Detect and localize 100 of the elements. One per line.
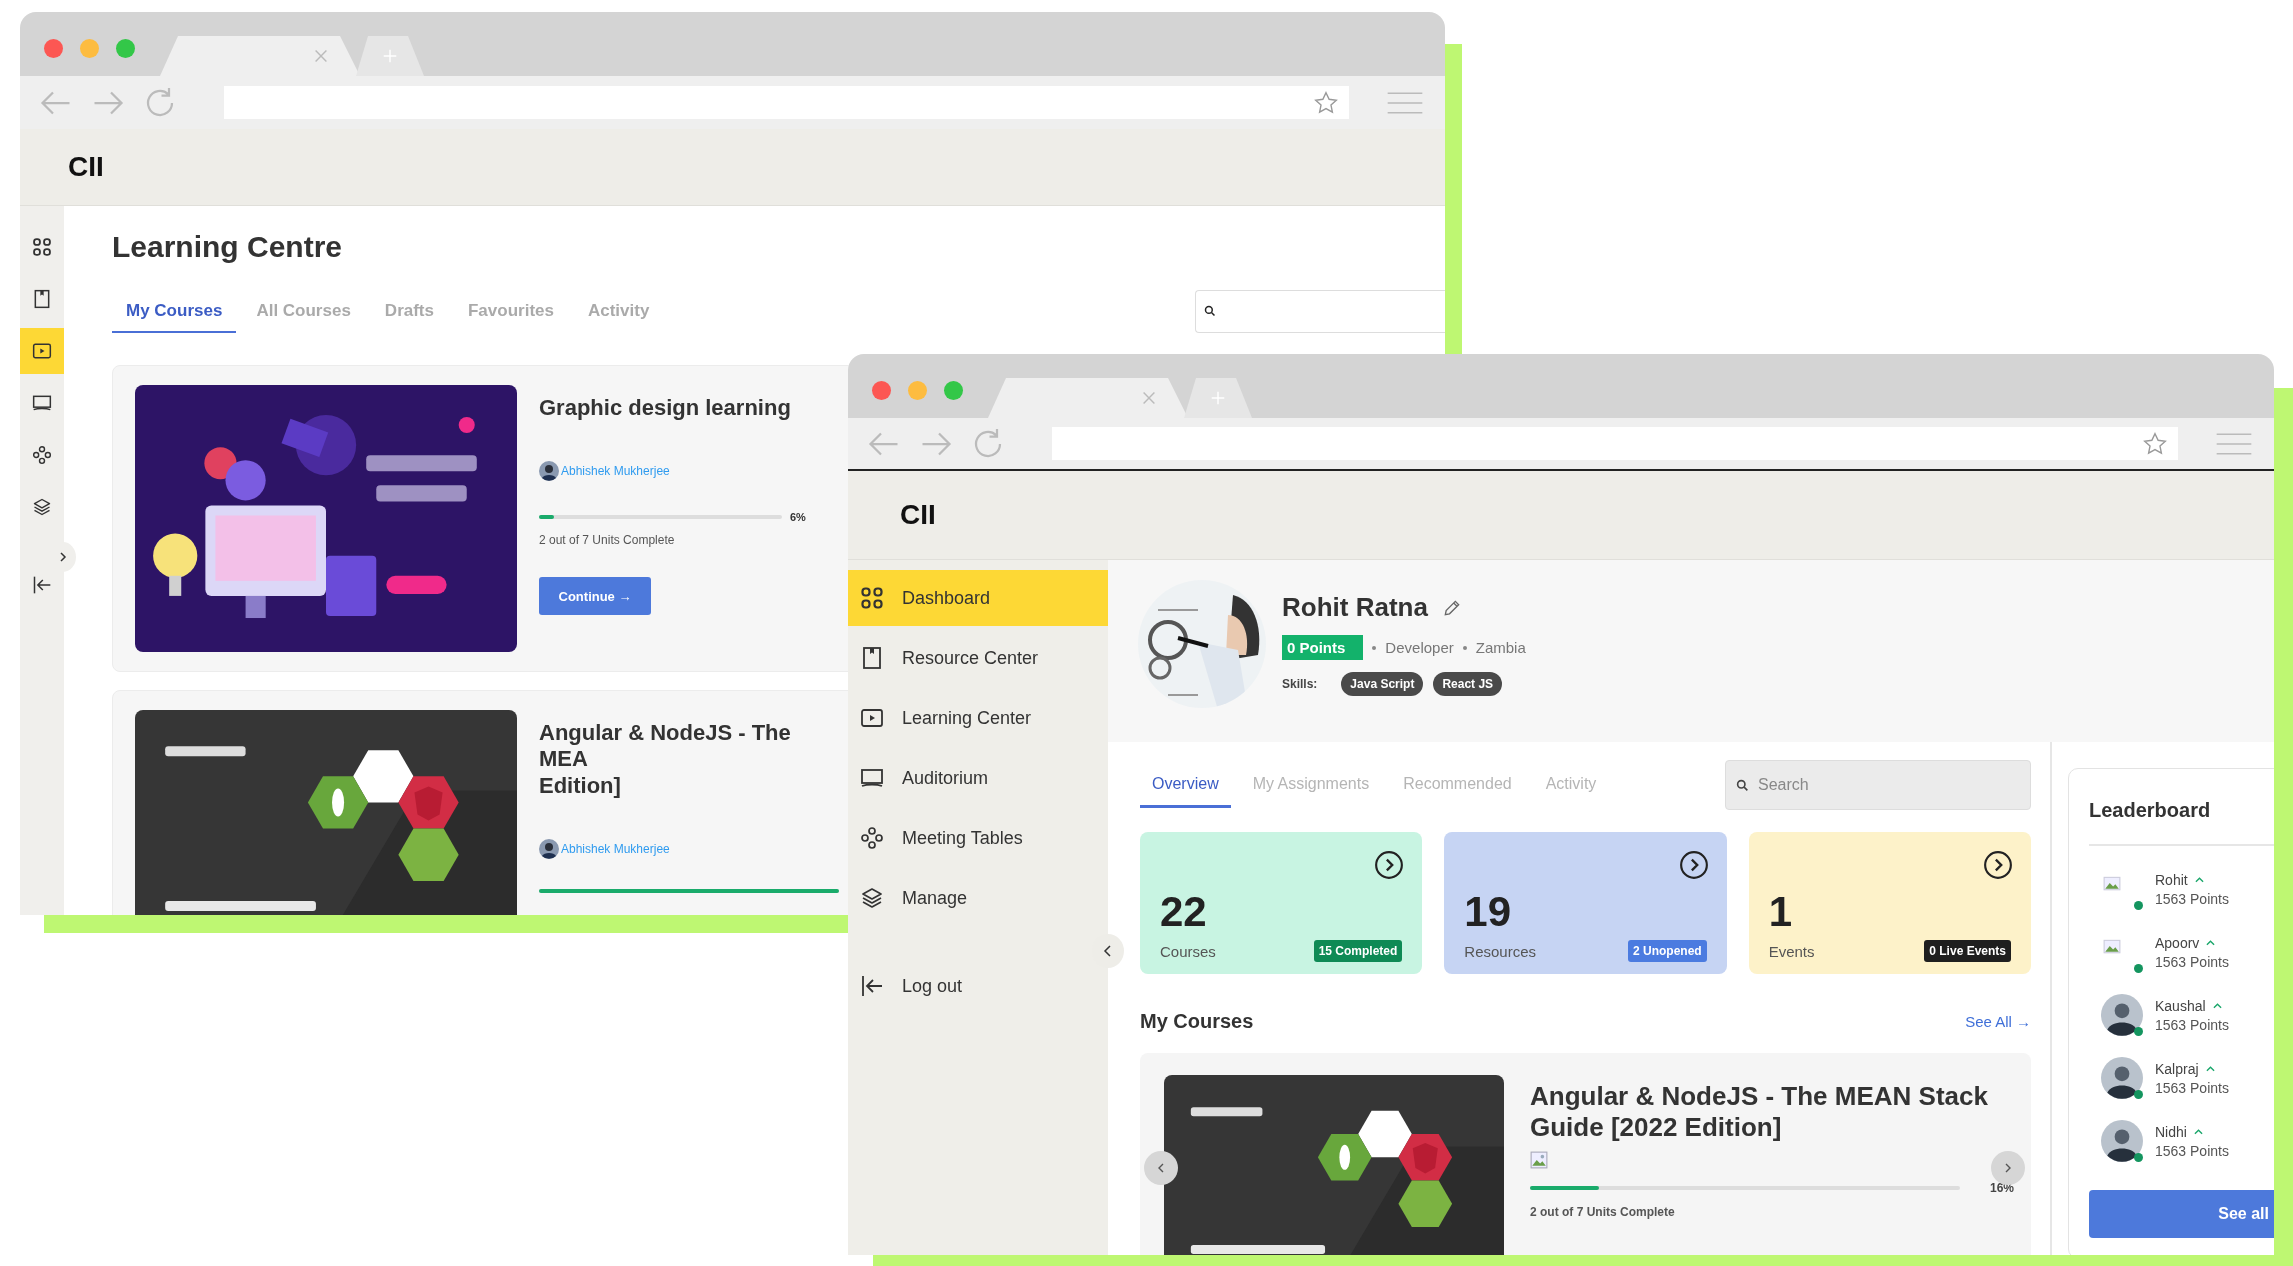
stat-value: 1 (1768, 888, 1793, 936)
layers-icon (32, 497, 52, 517)
course-title: Angular & NodeJS - The MEAN Stack Guide [2022 Edition] (1530, 1081, 1989, 1144)
skills-label: Skills: (1282, 677, 1318, 691)
plus-icon (381, 47, 399, 65)
logo: CII (68, 151, 104, 183)
stat-card[interactable]: 1 Events 0 Live Events (1748, 832, 2031, 974)
logout-item[interactable]: Log out (848, 958, 1108, 1014)
separator-dot (1462, 645, 1467, 650)
search-icon (1204, 305, 1216, 317)
skill-tag: Java Script (1341, 672, 1424, 696)
tab[interactable]: Overview (1140, 762, 1231, 808)
profile-role: Developer (1385, 639, 1454, 656)
units-complete: 2 out of 7 Units Complete (539, 533, 676, 548)
points-badge: 0 Points (1282, 635, 1364, 660)
user-name: Kaushal (2155, 997, 2206, 1014)
logo: CII (900, 499, 936, 531)
chevron-icon (60, 552, 67, 562)
arrow-circle-icon[interactable] (1983, 850, 2013, 880)
arrow-circle-icon[interactable] (1374, 850, 1405, 880)
maximize-window-button[interactable] (116, 39, 135, 58)
play-icon (860, 706, 884, 730)
close-icon[interactable] (312, 47, 330, 65)
search-icon (1736, 779, 1749, 792)
profile-country: Zambia (1475, 639, 1526, 656)
see-all-link[interactable]: See All → (1965, 1013, 2031, 1030)
sidebar-item[interactable]: Manage (848, 870, 1108, 926)
minimize-window-button[interactable] (80, 39, 99, 58)
chevron-up-icon (2205, 1065, 2215, 1072)
broken-image-icon (2103, 874, 2121, 892)
user-name: Apoorv (2155, 934, 2200, 951)
continue-button[interactable]: Continue → (539, 577, 651, 616)
grid-icon (32, 237, 52, 257)
user-points: 1563 Points (2155, 1016, 2229, 1033)
sidebar-item[interactable] (20, 328, 64, 374)
page-title: Learning Centre (112, 230, 344, 264)
search-field[interactable] (1195, 290, 1445, 333)
sidebar-item[interactable]: Dashboard (848, 570, 1108, 626)
user-name: Kalpraj (2155, 1060, 2199, 1077)
next-button[interactable] (1991, 1151, 2025, 1185)
course-title: Graphic design learning (539, 395, 792, 422)
course-title: Angular & NodeJS - The MEA Edition] (539, 720, 792, 800)
user-name: Rohit (2155, 871, 2188, 888)
chevron-up-icon (2194, 876, 2204, 883)
minimize-window-button[interactable] (908, 381, 927, 400)
monitor-icon (860, 766, 884, 790)
stat-value: 22 (1160, 888, 1208, 936)
user-points: 1563 Points (2155, 890, 2229, 907)
sidebar-item[interactable]: Meeting Tables (848, 810, 1108, 866)
see-all-button[interactable]: See all (2089, 1190, 2274, 1238)
grid-icon (860, 586, 884, 610)
stat-card[interactable]: 19 Resources 2 Unopened (1444, 832, 1727, 974)
user-points: 1563 Points (2155, 1079, 2229, 1096)
logout-icon (860, 974, 884, 998)
skill-tag: React JS (1433, 672, 1503, 696)
book-icon (860, 646, 884, 670)
units-complete: 2 out of 7 Units Complete (1530, 1205, 1676, 1220)
stat-badge: 2 Unopened (1628, 940, 1707, 962)
avatar-icon (2101, 1057, 2143, 1099)
logout-icon (32, 575, 52, 595)
nodes-icon (860, 826, 884, 850)
user-name: Nidhi (2155, 1123, 2187, 1140)
plus-icon (1209, 389, 1227, 407)
avatar-icon (2101, 994, 2143, 1036)
maximize-window-button[interactable] (944, 381, 963, 400)
broken-image-icon (2103, 937, 2121, 955)
menu-icon[interactable] (2214, 430, 2254, 457)
close-window-button[interactable] (44, 39, 63, 58)
nodes-icon (32, 445, 52, 465)
user-points: 1563 Points (2155, 1142, 2229, 1159)
search-field[interactable]: Search (1725, 760, 2031, 810)
sidebar-item[interactable]: Auditorium (848, 750, 1108, 806)
star-icon[interactable] (2142, 430, 2168, 457)
menu-icon[interactable] (1385, 89, 1425, 116)
avatar-icon (539, 461, 559, 482)
sidebar-item[interactable]: Resource Center (848, 630, 1108, 686)
panel-title: Leaderboard (2089, 799, 2274, 846)
star-icon[interactable] (1313, 89, 1339, 116)
monitor-icon (32, 393, 52, 413)
separator-dot (1372, 645, 1377, 650)
stat-label: Resources (1464, 942, 1537, 960)
stat-label: Courses (1160, 942, 1216, 960)
previous-button[interactable] (1144, 1151, 1178, 1185)
book-icon (32, 289, 52, 309)
close-icon[interactable] (1140, 389, 1158, 407)
play-icon (32, 341, 52, 361)
avatar-icon (539, 839, 559, 860)
chevron-up-icon (2212, 1002, 2222, 1009)
chevron-up-icon (2206, 939, 2216, 946)
chevron-up-icon (2193, 1128, 2203, 1135)
sidebar-item[interactable]: Learning Center (848, 690, 1108, 746)
arrow-circle-icon[interactable] (1678, 850, 1709, 880)
user-points: 1563 Points (2155, 953, 2229, 970)
close-window-button[interactable] (872, 381, 891, 400)
tab[interactable]: My Courses (112, 290, 237, 333)
stat-badge: 15 Completed (1313, 940, 1403, 962)
stat-card[interactable]: 22 Courses 15 Completed (1140, 832, 1423, 974)
broken-image-icon (1530, 1151, 1548, 1170)
stat-badge: 0 Live Events (1924, 940, 2011, 962)
avatar-icon (2101, 1120, 2143, 1162)
